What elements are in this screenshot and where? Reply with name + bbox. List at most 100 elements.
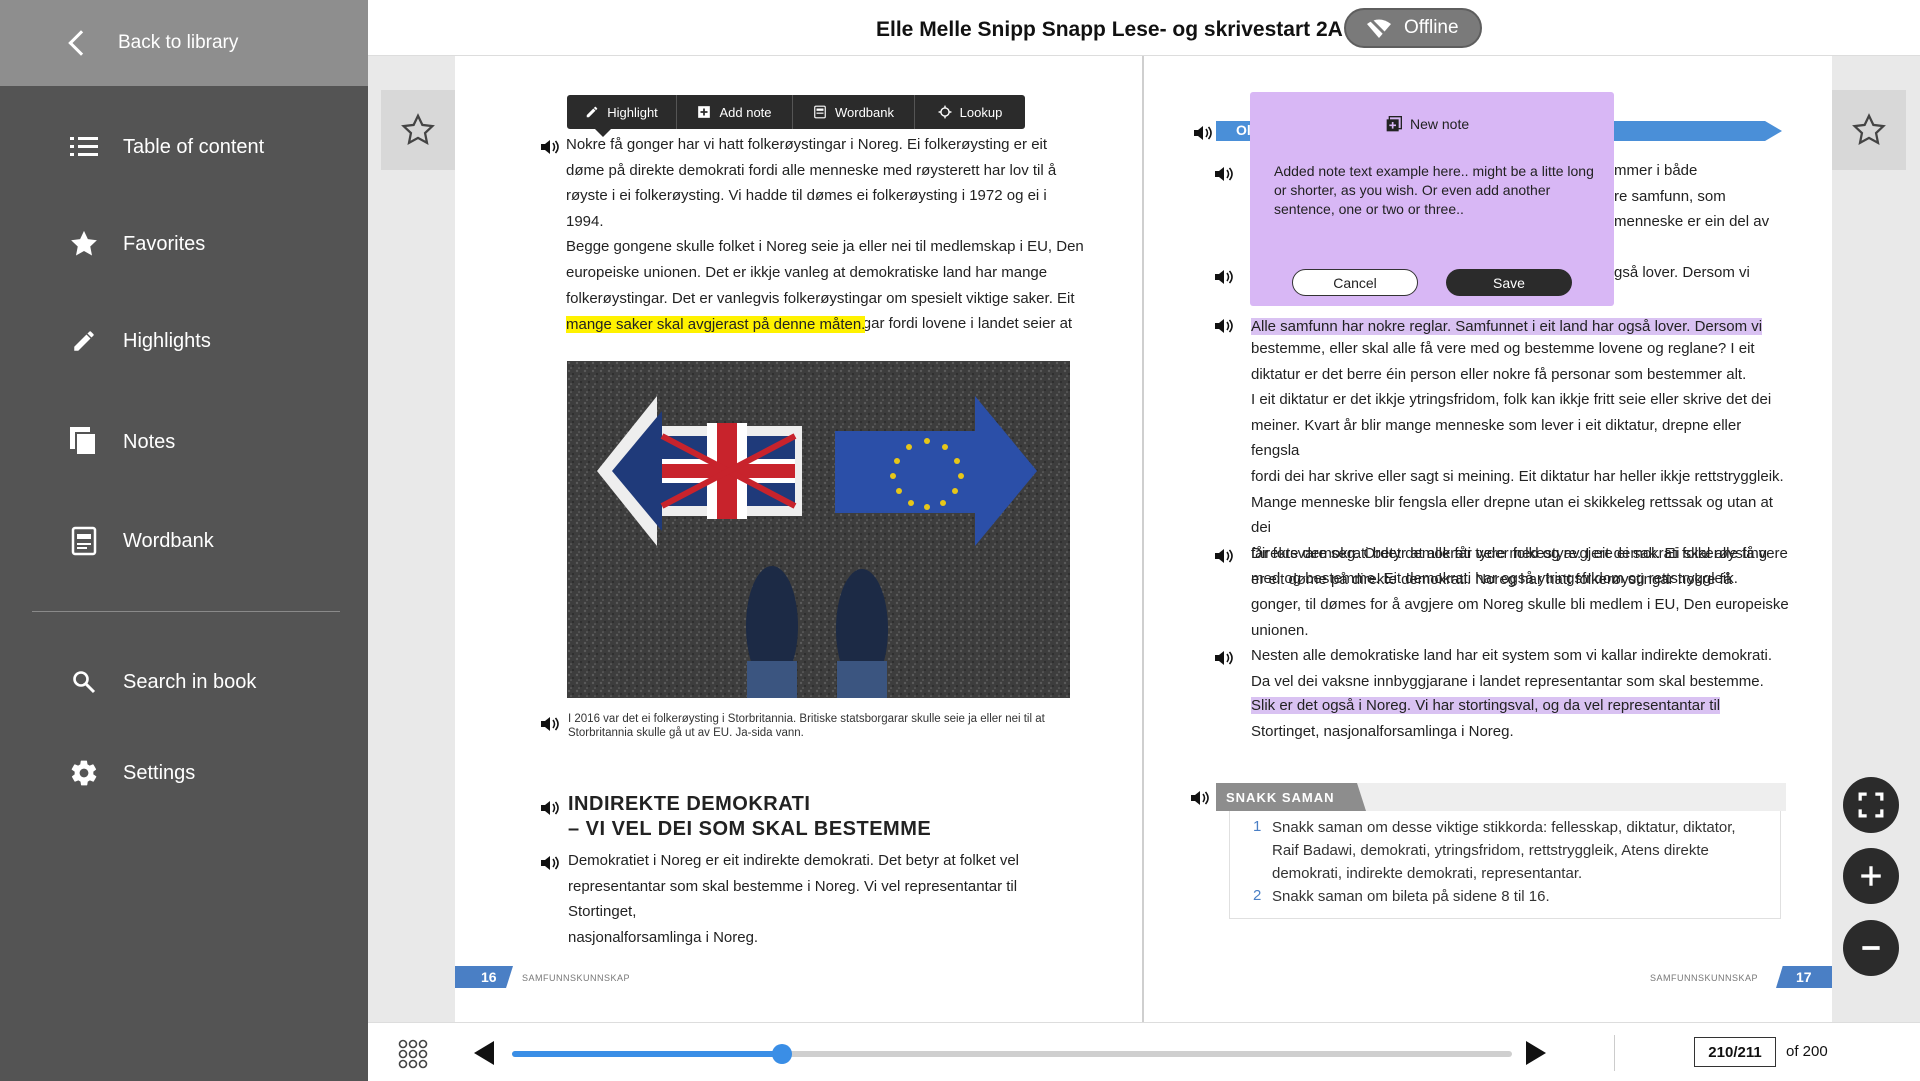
highlighted-text[interactable]: Slik er det også i Noreg. Vi har stortin… — [1251, 693, 1721, 719]
sidebar-item-search[interactable]: Search in book — [0, 652, 368, 712]
speaker-icon[interactable] — [1214, 548, 1234, 564]
sidebar-item-table-of-content[interactable]: Table of content — [0, 117, 368, 177]
selection-toolbar: Highlight Add note Wordbank Lookup — [567, 95, 1025, 129]
notes-icon — [68, 426, 100, 458]
yellow-highlight[interactable]: mange saker skal avgjerast på denne måte… — [566, 316, 866, 333]
paragraph-text: Direkte demokrati betyr at alle får vere… — [1251, 545, 1789, 639]
sidebar-item-highlights[interactable]: Highlights — [0, 311, 368, 371]
sidebar-item-favorites[interactable]: Favorites — [0, 214, 368, 274]
speaker-icon[interactable] — [1214, 318, 1234, 334]
question-text: Snakk saman om bileta på sidene 8 til 16… — [1272, 888, 1550, 905]
purple-highlight[interactable]: Slik er det også i Noreg. Vi har stortin… — [1251, 697, 1721, 714]
note-cancel-button[interactable]: Cancel — [1292, 269, 1418, 296]
wordbank-tool-button[interactable]: Wordbank — [793, 95, 915, 129]
paragraph-text: gså lover. Dersom vi — [1614, 264, 1750, 281]
page-slider-thumb[interactable] — [772, 1044, 792, 1064]
pencil-icon — [586, 106, 598, 118]
paragraph-text: mmer i både — [1614, 162, 1698, 179]
image-caption: I 2016 var det ei folkerøysting i Storbr… — [568, 713, 1045, 739]
speaker-icon[interactable] — [540, 139, 560, 155]
toolbar-caret — [595, 129, 611, 137]
note-text-area[interactable]: Added note text example here.. might be … — [1274, 162, 1596, 219]
snakk-saman-label: SNAKK SAMAN — [1216, 783, 1366, 811]
speaker-icon[interactable] — [540, 855, 560, 871]
fullscreen-button[interactable] — [1843, 777, 1899, 833]
page-slider[interactable] — [512, 1044, 1512, 1064]
lookup-tool-label: Lookup — [959, 104, 1003, 120]
banner-text: Ol — [1236, 122, 1251, 138]
page-total-label: of 200 — [1786, 1043, 1828, 1060]
lookup-icon — [938, 105, 952, 119]
speaker-icon[interactable] — [540, 800, 560, 816]
sidebar-item-notes[interactable]: Notes — [0, 412, 368, 472]
note-save-button[interactable]: Save — [1446, 269, 1572, 296]
speaker-icon[interactable] — [1214, 650, 1234, 666]
star-icon — [68, 228, 100, 260]
speaker-icon[interactable] — [1193, 125, 1213, 141]
pencil-icon — [68, 325, 100, 357]
highlight-tool-label: Highlight — [607, 104, 658, 120]
plus-icon — [1861, 866, 1881, 886]
paragraph-text: menneske er ein del av — [1614, 213, 1770, 230]
next-page-button[interactable] — [1526, 1041, 1546, 1065]
lookup-tool-button[interactable]: Lookup — [915, 95, 1025, 129]
sidebar-item-label: Highlights — [123, 329, 211, 352]
favorite-page-left-button[interactable] — [381, 90, 455, 170]
book-spine — [1142, 56, 1144, 1022]
wordbank-icon — [814, 105, 826, 119]
purple-highlight[interactable]: Alle samfunn har nokre reglar. Samfunnet… — [1251, 318, 1763, 335]
snakk-saman-header: SNAKK SAMAN — [1216, 783, 1786, 811]
speaker-icon[interactable] — [1190, 790, 1210, 806]
question-number: 1 — [1253, 818, 1262, 835]
sidebar-item-settings[interactable]: Settings — [0, 743, 368, 803]
question-text: Snakk saman om desse viktige stikkorda: … — [1272, 819, 1736, 882]
search-icon — [68, 666, 100, 698]
minus-icon — [1862, 946, 1880, 950]
sidebar-item-label: Favorites — [123, 232, 206, 255]
new-note-header: New note — [1386, 116, 1469, 132]
speaker-icon[interactable] — [1214, 269, 1234, 285]
paragraph-text: Nesten alle demokratiske land har eit sy… — [1251, 647, 1773, 690]
highlight-tool-button[interactable]: Highlight — [567, 95, 677, 129]
paragraph-text: Nokre få gonger har vi hatt folkerøystin… — [566, 136, 1084, 333]
zoom-out-button[interactable] — [1843, 920, 1899, 976]
star-outline-icon — [401, 113, 435, 146]
paragraph-text: Stortinget, nasjonalforsamlinga i Noreg. — [1251, 723, 1514, 740]
back-label: Back to library — [118, 32, 239, 53]
favorite-page-right-button[interactable] — [1832, 90, 1906, 170]
book-title: Elle Melle Snipp Snapp Lese- og skrivest… — [876, 18, 1343, 41]
previous-page-button[interactable] — [474, 1041, 494, 1065]
sidebar-item-label: Settings — [123, 761, 196, 784]
offline-status-button[interactable]: Offline — [1344, 8, 1482, 48]
zoom-in-button[interactable] — [1843, 848, 1899, 904]
page-slider-fill — [512, 1051, 782, 1057]
add-note-tool-label: Add note — [719, 104, 772, 120]
wordbank-icon — [68, 525, 100, 557]
page-footer-left: SAMFUNNSKUNNSKAP — [522, 973, 631, 983]
page-number-right: 17 — [1776, 966, 1832, 988]
wordbank-tool-label: Wordbank — [834, 104, 894, 120]
add-note-tool-button[interactable]: Add note — [677, 95, 793, 129]
bottom-bar: 210/211 of 200 — [368, 1022, 1920, 1081]
header: Elle Melle Snipp Snapp Lese- og skrivest… — [368, 0, 1920, 56]
snakk-saman-bar — [1356, 783, 1786, 811]
back-to-library-button[interactable]: Back to library — [0, 0, 368, 86]
speaker-icon[interactable] — [1214, 166, 1234, 182]
page-number-left: 16 — [455, 966, 513, 988]
star-outline-icon — [1852, 113, 1886, 146]
sidebar-item-wordbank[interactable]: Wordbank — [0, 511, 368, 571]
paragraph-text: Demokratiet i Noreg er eit indirekte dem… — [568, 852, 1020, 946]
highlighted-text[interactable]: mange saker skal avgjerast på denne måte… — [566, 312, 866, 338]
page-number-input[interactable]: 210/211 — [1694, 1037, 1776, 1067]
section-heading: INDIREKTE DEMOKRATI – VI VEL DEI SOM SKA… — [568, 793, 932, 840]
sidebar-item-label: Wordbank — [123, 529, 214, 552]
page-grid-icon[interactable] — [398, 1039, 428, 1069]
gear-icon — [68, 757, 100, 789]
paragraph-text: re samfunn, som — [1614, 188, 1726, 205]
sidebar: Back to library Table of content Favorit… — [0, 0, 368, 1081]
add-note-icon — [698, 106, 711, 118]
bottom-separator — [1614, 1035, 1615, 1071]
new-note-title: New note — [1410, 116, 1470, 132]
fullscreen-icon — [1858, 792, 1884, 818]
speaker-icon[interactable] — [540, 716, 560, 732]
